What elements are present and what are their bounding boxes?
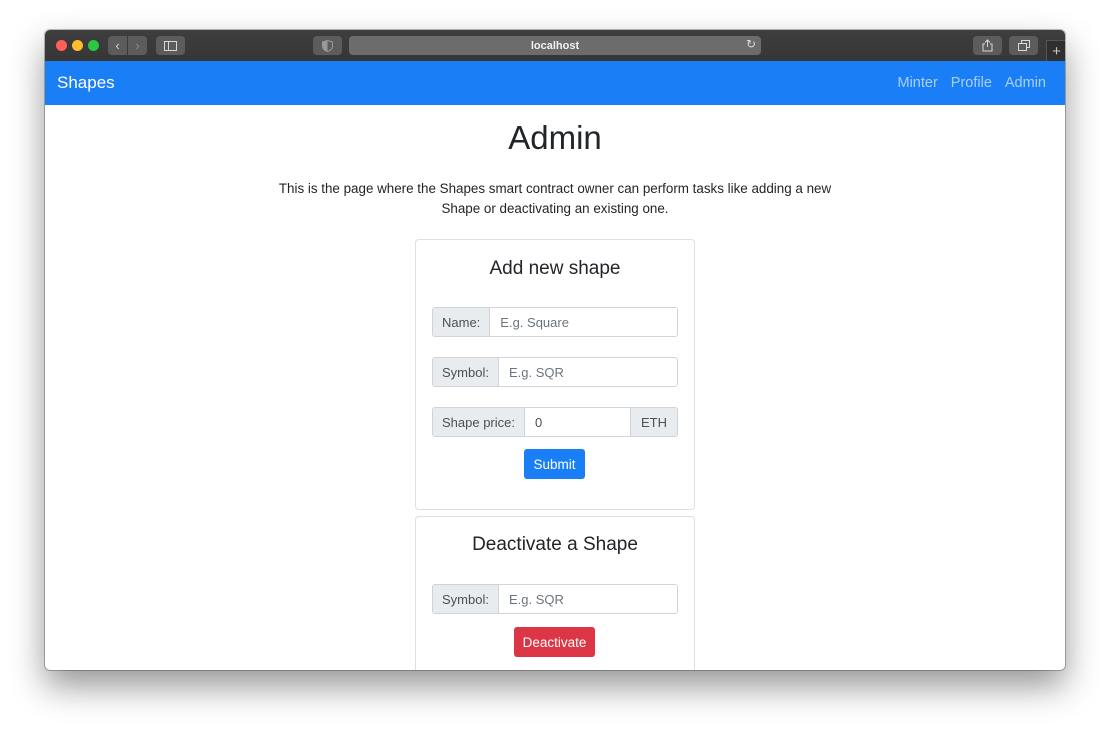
nav-link-minter[interactable]: Minter xyxy=(897,75,937,91)
nav-link-profile[interactable]: Profile xyxy=(951,75,992,91)
name-input[interactable] xyxy=(490,308,677,336)
new-tab-icon[interactable]: + xyxy=(1046,40,1065,62)
symbol-input-group: Symbol: xyxy=(432,357,678,387)
browser-window: ‹ › localhost ↻ + Shapes Minter Profile … xyxy=(45,30,1065,670)
nav-link-admin[interactable]: Admin xyxy=(1005,75,1046,91)
submit-button[interactable]: Submit xyxy=(524,449,585,479)
page-content: Admin This is the page where the Shapes … xyxy=(45,105,1065,670)
reload-icon[interactable]: ↻ xyxy=(746,37,756,51)
navbar: Shapes Minter Profile Admin xyxy=(45,61,1065,105)
deactivate-symbol-label: Symbol: xyxy=(433,585,499,613)
tab-overview-icon[interactable] xyxy=(1009,36,1038,55)
share-icon[interactable] xyxy=(973,36,1002,55)
deactivate-symbol-input[interactable] xyxy=(498,585,677,613)
page-description: This is the page where the Shapes smart … xyxy=(278,181,832,216)
address-url: localhost xyxy=(530,39,580,52)
forward-icon[interactable]: › xyxy=(128,36,147,55)
deactivate-shape-card: Deactivate a Shape Symbol: Deactivate xyxy=(415,516,695,670)
deactivate-symbol-input-group: Symbol: xyxy=(432,584,678,614)
deactivate-shape-title: Deactivate a Shape xyxy=(472,534,638,555)
symbol-label: Symbol: xyxy=(433,358,499,386)
navbar-links: Minter Profile Admin xyxy=(897,75,1046,91)
price-input[interactable] xyxy=(525,408,630,436)
deactivate-button[interactable]: Deactivate xyxy=(514,627,595,657)
name-input-group: Name: xyxy=(432,307,678,337)
address-bar[interactable]: localhost ↻ xyxy=(349,36,761,55)
sidebar-toggle-icon[interactable] xyxy=(156,36,185,55)
shield-icon[interactable] xyxy=(313,36,342,55)
price-input-group: Shape price: ETH xyxy=(432,407,678,437)
maximize-window-icon[interactable] xyxy=(88,40,99,51)
price-label: Shape price: xyxy=(433,408,525,436)
browser-titlebar: ‹ › localhost ↻ + xyxy=(45,30,1065,62)
minimize-window-icon[interactable] xyxy=(72,40,83,51)
price-unit: ETH xyxy=(630,408,677,436)
back-icon[interactable]: ‹ xyxy=(108,36,127,55)
navbar-brand[interactable]: Shapes xyxy=(57,73,115,93)
symbol-input[interactable] xyxy=(498,358,677,386)
add-shape-card: Add new shape Name: Symbol: Shape price:… xyxy=(415,239,695,510)
close-window-icon[interactable] xyxy=(56,40,67,51)
page-title: Admin xyxy=(508,119,602,156)
add-shape-title: Add new shape xyxy=(489,258,621,279)
name-label: Name: xyxy=(433,308,491,336)
